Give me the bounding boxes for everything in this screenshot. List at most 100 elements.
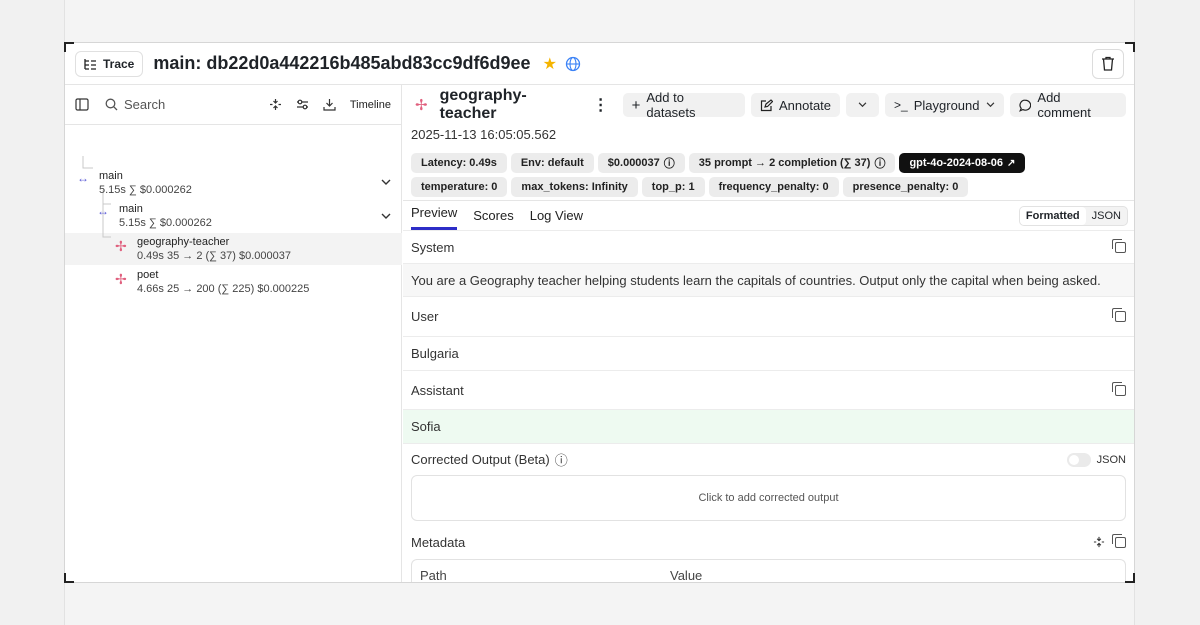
trace-icon: ↔ <box>77 171 89 185</box>
playground-button[interactable]: >_ Playground <box>885 93 1004 117</box>
info-icon[interactable]: ⓘ <box>555 450 568 469</box>
assistant-label: Assistant <box>411 382 464 398</box>
detail-tabs: Preview Scores Log View Formatted JSON <box>403 200 1134 230</box>
download-icon[interactable] <box>323 98 336 111</box>
latency-chip: Latency: 0.49s <box>411 153 507 173</box>
param-chip: presence_penalty: 0 <box>842 177 969 197</box>
param-chip: max_tokens: Infinity <box>511 177 638 197</box>
tree-row-meta: 4.66s 25 → 200 (∑ 225) $0.000225 <box>137 283 310 295</box>
tree-row[interactable]: ↔ main 5.15s ∑ $0.000262 <box>77 170 192 196</box>
json-switch[interactable] <box>1066 452 1091 467</box>
add-comment-button[interactable]: Add comment <box>1009 90 1126 120</box>
tab-preview[interactable]: Preview <box>411 205 458 230</box>
collapse-icon[interactable] <box>269 98 282 111</box>
delete-trace-button[interactable] <box>1092 48 1124 79</box>
observation-name: geography-teacher <box>439 87 527 122</box>
chevron-down-icon <box>986 102 994 108</box>
copy-icon[interactable] <box>1112 533 1126 548</box>
generation-icon: ✢ <box>115 271 127 287</box>
json-toggle[interactable]: JSON <box>1066 452 1126 467</box>
tree-search[interactable]: Search <box>105 97 165 112</box>
external-link-icon: ↗ <box>1006 157 1016 169</box>
observation-toolbar: ✢ geography-teacher ⋮ + Add to datasets … <box>403 85 1134 125</box>
model-chip[interactable]: gpt-4o-2024-08-06 ↗ <box>899 153 1026 173</box>
tree-row[interactable]: ✢ geography-teacher 0.49s 35 → 2 (∑ 37) … <box>115 236 291 262</box>
frame-corner <box>1125 573 1135 583</box>
trace-title: main: db22d0a442216b485abd83cc9df6d9ee <box>153 53 531 73</box>
tree-row-name: poet <box>137 269 159 281</box>
frame-corner <box>64 42 74 52</box>
trash-icon <box>1102 56 1114 71</box>
system-message: You are a Geography teacher helping stud… <box>403 263 1134 296</box>
timeline-button[interactable]: Timeline <box>350 99 391 111</box>
model-chip-label: gpt-4o-2024-08-06 <box>909 157 1003 169</box>
generation-icon: ✢ <box>115 238 127 254</box>
panel-toggle-icon[interactable] <box>75 98 89 111</box>
tree-row-meta: 5.15s ∑ $0.000262 <box>99 184 192 196</box>
json-switch-label: JSON <box>1096 453 1126 466</box>
globe-icon[interactable] <box>565 56 581 72</box>
frame-corner <box>64 573 74 583</box>
copy-icon[interactable] <box>1112 308 1126 322</box>
settings-sliders-icon[interactable] <box>296 98 309 111</box>
tree-row[interactable]: ✢ poet 4.66s 25 → 200 (∑ 225) $0.000225 <box>115 269 309 295</box>
param-chip: temperature: 0 <box>411 177 508 197</box>
assistant-message: Sofia <box>403 409 1134 443</box>
tree-toolbar: Search Timeline <box>65 85 401 125</box>
corrected-output-box[interactable]: Click to add corrected output <box>411 475 1126 521</box>
tab-log-view[interactable]: Log View <box>530 208 583 230</box>
comment-icon <box>1018 99 1031 112</box>
observation-detail-pane: ✢ geography-teacher ⋮ + Add to datasets … <box>403 85 1134 582</box>
formatted-toggle-option[interactable]: Formatted <box>1019 207 1086 225</box>
user-section-header: User <box>403 296 1134 336</box>
star-icon[interactable]: ★ <box>543 54 557 74</box>
search-icon <box>105 98 118 111</box>
metadata-label: Metadata <box>411 534 466 550</box>
user-label: User <box>411 309 439 324</box>
annotate-dropdown-button[interactable] <box>846 93 880 117</box>
collapse-icon[interactable] <box>1093 536 1105 548</box>
chevron-down-icon[interactable] <box>381 213 391 220</box>
tree-row-name: geography-teacher <box>137 236 230 248</box>
copy-icon[interactable] <box>1112 238 1126 253</box>
trace-tree-pane: Search Timeline ↔ main 5.15s ∑ $0.000262… <box>65 85 402 582</box>
metadata-table-header: Path Value <box>411 559 1126 583</box>
system-section-header: System <box>403 230 1134 263</box>
system-label: System <box>411 239 455 255</box>
observation-timestamp: 2025-11-13 16:05:05.562 <box>411 127 557 142</box>
column-header-path: Path <box>420 568 447 583</box>
edit-icon <box>760 98 773 111</box>
search-input[interactable]: Search <box>124 97 165 112</box>
frame-corner <box>1125 42 1135 52</box>
tree-row-name: main <box>119 203 143 215</box>
annotate-button[interactable]: Annotate <box>750 93 841 117</box>
copy-icon[interactable] <box>1112 381 1126 396</box>
trace-icon: ↔ <box>97 204 109 218</box>
chevron-down-icon <box>858 102 867 108</box>
tokens-chip: 35 prompt → 2 completion (∑ 37) ⓘ <box>688 153 896 173</box>
tree-tools: Timeline <box>269 98 391 111</box>
add-to-datasets-label: Add to datasets <box>646 90 696 120</box>
trace-panel: Trace main: db22d0a442216b485abd83cc9df6… <box>64 42 1135 583</box>
more-vertical-icon[interactable]: ⋮ <box>593 95 609 115</box>
observation-chips: Latency: 0.49s Env: default $0.000037 ⓘ 3… <box>403 153 1123 197</box>
cost-chip: $0.000037 ⓘ <box>597 153 685 173</box>
tab-scores[interactable]: Scores <box>473 208 513 230</box>
column-header-value: Value <box>670 568 703 583</box>
json-toggle-option[interactable]: JSON <box>1086 207 1127 225</box>
tokens-chip-label: 35 prompt → 2 completion (∑ 37) <box>698 157 871 169</box>
add-to-datasets-button[interactable]: + Add to datasets <box>622 90 745 120</box>
corrected-output-title: Corrected Output (Beta) ⓘ <box>411 450 568 469</box>
corrected-output-header: Corrected Output (Beta) ⓘ JSON <box>403 443 1134 475</box>
chevron-down-icon[interactable] <box>381 179 391 186</box>
trace-badge: Trace <box>75 50 144 77</box>
assistant-section-header: Assistant <box>403 370 1134 409</box>
format-toggle: Formatted JSON <box>1018 206 1128 226</box>
info-icon[interactable]: ⓘ <box>664 155 675 171</box>
info-icon[interactable]: ⓘ <box>874 155 885 171</box>
tree-row-meta: 5.15s ∑ $0.000262 <box>119 217 212 229</box>
tree-row[interactable]: ↔ main 5.15s ∑ $0.000262 <box>97 203 212 229</box>
plus-icon: + <box>631 96 641 114</box>
metadata-tools <box>1093 533 1126 548</box>
param-chip: top_p: 1 <box>641 177 705 197</box>
